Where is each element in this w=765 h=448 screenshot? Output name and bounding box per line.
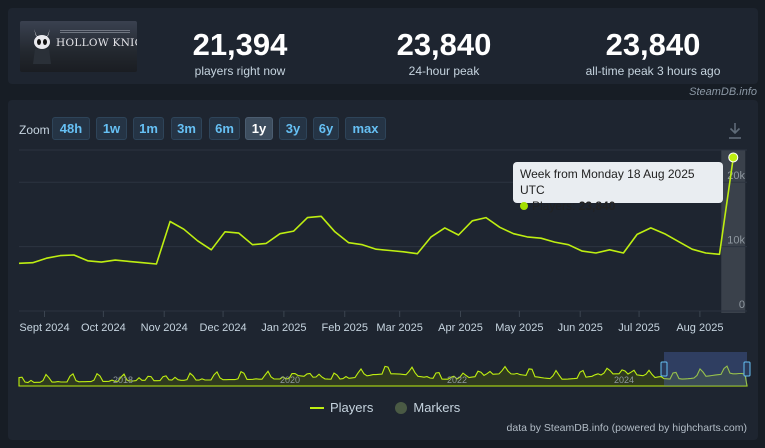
x-tick-label: Jul 2025 <box>618 322 660 334</box>
tooltip-value: 23,840 <box>578 199 616 213</box>
legend-item-markers[interactable]: Markers <box>395 400 460 415</box>
navigator-year-label: 2024 <box>614 375 634 385</box>
legend-item-players[interactable]: Players <box>310 400 373 415</box>
tooltip-body: Players: 23,840 <box>520 198 716 214</box>
legend-label-markers: Markers <box>413 400 461 415</box>
y-tick-label: 10k <box>727 235 745 247</box>
x-tick-label: Apr 2025 <box>438 322 483 334</box>
navigator-handle-right <box>743 361 751 377</box>
x-tick-label: Jan 2025 <box>261 322 306 334</box>
navigator: 2018 2020 2022 2024 <box>18 352 751 387</box>
tooltip-series-label: Players: <box>532 199 576 213</box>
navigator-year-label: 2022 <box>447 375 467 385</box>
x-axis-labels: Sept 2024 Oct 2024 Nov 2024 Dec 2024 Jan 202… <box>19 311 723 334</box>
hovered-point <box>728 152 739 163</box>
navigator-handle-left <box>660 361 668 377</box>
chart-legend: Players Markers <box>310 400 460 415</box>
x-tick-label: Dec 2024 <box>200 322 247 334</box>
chart-tooltip: Week from Monday 18 Aug 2025 UTC Players… <box>513 162 723 213</box>
x-tick-label: Mar 2025 <box>376 322 422 334</box>
tooltip-title: Week from Monday 18 Aug 2025 UTC <box>520 167 695 197</box>
x-tick-label: Oct 2024 <box>81 322 126 334</box>
x-tick-label: Sept 2024 <box>19 322 69 334</box>
navigator-year-label: 2020 <box>280 375 300 385</box>
navigator-year-label: 2018 <box>113 375 133 385</box>
circle-symbol-icon <box>395 401 408 414</box>
x-tick-label: May 2025 <box>495 322 543 334</box>
steamdb-credit-bottom[interactable]: data by SteamDB.info (powered by highcha… <box>507 422 747 434</box>
line-symbol-icon <box>310 406 324 409</box>
x-tick-label: Nov 2024 <box>141 322 188 334</box>
series-dot-icon <box>520 202 528 210</box>
navigator-selection <box>664 352 747 386</box>
x-tick-label: Feb 2025 <box>321 322 367 334</box>
x-tick-label: Aug 2025 <box>676 322 723 334</box>
x-tick-label: Jun 2025 <box>558 322 603 334</box>
player-count-chart[interactable]: Sept 2024 Oct 2024 Nov 2024 Dec 2024 Jan 202… <box>0 0 765 448</box>
legend-label-players: Players <box>330 400 374 415</box>
y-tick-label: 0 <box>739 299 745 311</box>
